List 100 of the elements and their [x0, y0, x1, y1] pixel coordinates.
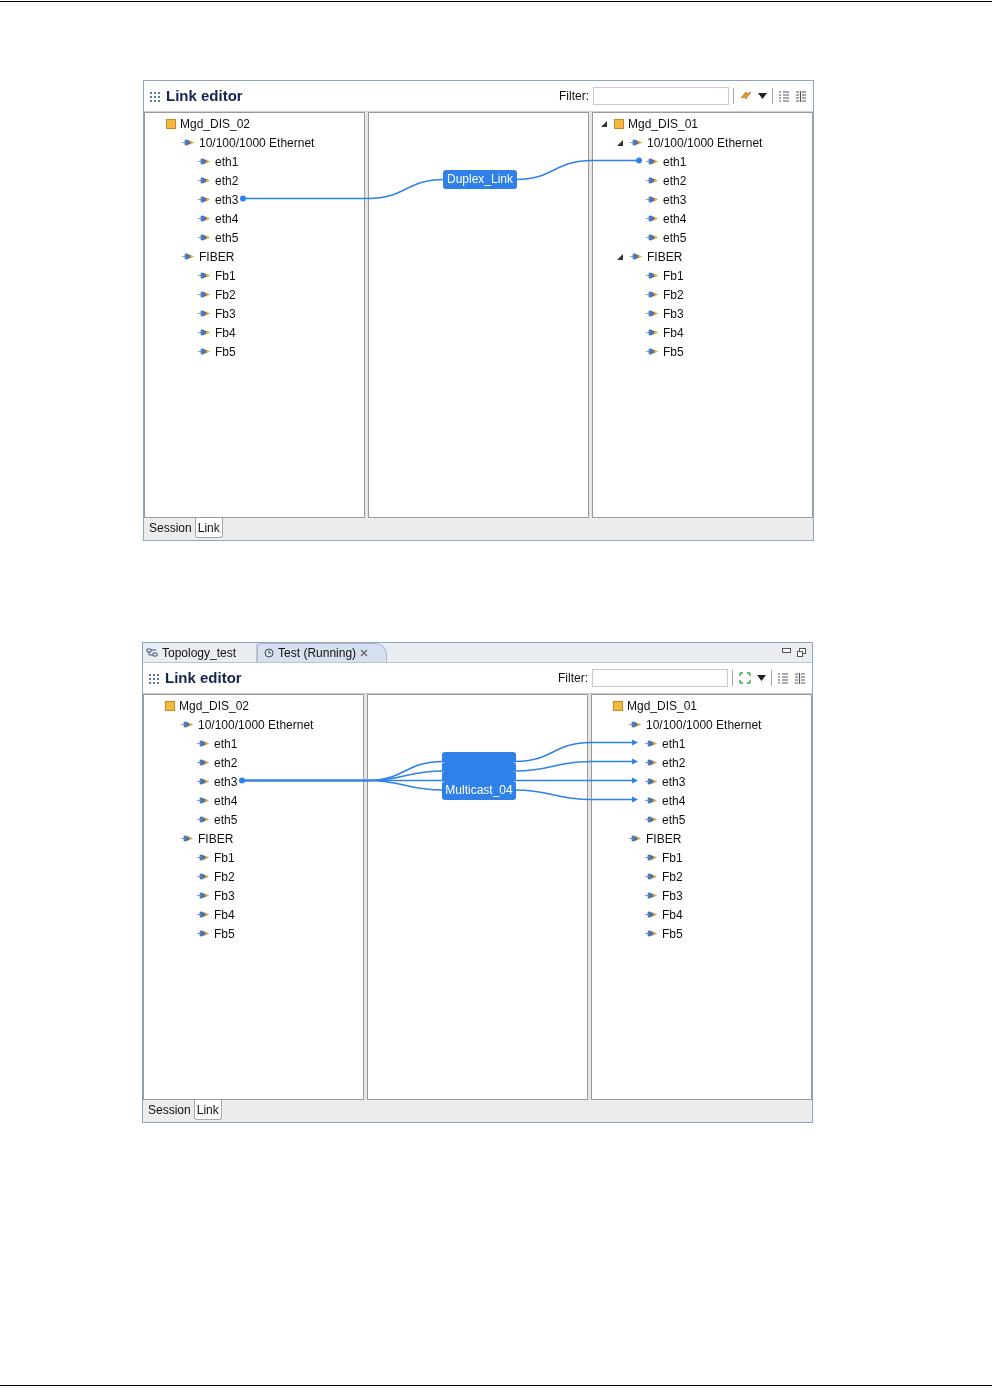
list-icon[interactable]: [777, 672, 789, 684]
tree-item[interactable]: eth2: [662, 756, 686, 769]
close-icon[interactable]: [360, 649, 369, 657]
grid-list-icon[interactable]: [795, 90, 807, 102]
plug-icon: [645, 872, 658, 881]
plug-icon: [197, 910, 210, 919]
tree-item[interactable]: Fb4: [215, 326, 236, 339]
tree-item[interactable]: Fb3: [214, 889, 235, 902]
filter-field[interactable]: [593, 87, 729, 105]
tree-item[interactable]: eth1: [662, 737, 686, 750]
tree-item[interactable]: Fb3: [662, 889, 683, 902]
tree-item[interactable]: Fb2: [662, 870, 683, 883]
tree-item[interactable]: eth3: [215, 193, 239, 206]
plug-icon: [645, 929, 658, 938]
dropdown-arrow-icon[interactable]: [757, 675, 766, 681]
plug-icon: [182, 252, 195, 261]
tree-item[interactable]: Fb1: [215, 269, 236, 282]
tree-item[interactable]: FIBER: [199, 250, 235, 263]
plug-icon: [197, 853, 210, 862]
tree-item[interactable]: Fb1: [214, 851, 235, 864]
filter-label: Filter:: [559, 88, 589, 105]
plug-icon: [646, 309, 659, 318]
tree-item[interactable]: Fb5: [215, 345, 236, 358]
topology-icon: [146, 647, 158, 658]
tree-item[interactable]: Fb5: [663, 345, 684, 358]
plug-icon: [181, 720, 194, 729]
tree-item[interactable]: eth5: [663, 231, 687, 244]
tree-item[interactable]: eth1: [215, 155, 239, 168]
tree-item[interactable]: 10/100/1000 Ethernet: [646, 718, 762, 731]
plug-icon: [198, 290, 211, 299]
tree-item[interactable]: Fb5: [662, 927, 683, 940]
tree-item[interactable]: eth2: [663, 174, 687, 187]
tree-item[interactable]: Fb4: [663, 326, 684, 339]
tree-item[interactable]: Fb3: [215, 307, 236, 320]
tree-item[interactable]: FIBER: [198, 832, 234, 845]
list-icon[interactable]: [778, 90, 790, 102]
tree-item[interactable]: eth5: [662, 813, 686, 826]
bottom-tab[interactable]: Link: [194, 518, 223, 538]
collapse-arrow-icon[interactable]: [617, 253, 623, 260]
link-label[interactable]: Duplex_Link: [443, 170, 517, 189]
tree-item[interactable]: Fb1: [662, 851, 683, 864]
tree-item[interactable]: eth5: [214, 813, 238, 826]
plug-icon: [645, 910, 658, 919]
tree-item[interactable]: eth3: [663, 193, 687, 206]
plug-icon: [197, 891, 210, 900]
tree-item[interactable]: eth2: [214, 756, 238, 769]
bottom-tab[interactable]: Link: [193, 1100, 222, 1120]
bottom-tab[interactable]: Session: [145, 1100, 194, 1120]
tree-item[interactable]: Fb2: [215, 288, 236, 301]
tree-item[interactable]: Fb3: [663, 307, 684, 320]
editor-tab[interactable]: Test (Running): [257, 643, 388, 662]
plug-icon: [197, 796, 210, 805]
tree-item[interactable]: eth4: [214, 794, 238, 807]
tree-item[interactable]: Mgd_DIS_01: [628, 117, 699, 130]
plug-icon: [198, 214, 211, 223]
tree-item[interactable]: 10/100/1000 Ethernet: [198, 718, 314, 731]
tree-item[interactable]: Fb1: [663, 269, 684, 282]
bottom-tab[interactable]: Session: [146, 518, 195, 538]
maximize-icon[interactable]: [797, 648, 806, 657]
dropdown-arrow-icon[interactable]: [758, 93, 767, 99]
plug-icon: [197, 777, 210, 786]
plug-icon: [198, 347, 211, 356]
plug-icon: [645, 758, 658, 767]
device-icon: [166, 118, 176, 129]
tree-item[interactable]: 10/100/1000 Ethernet: [199, 136, 315, 149]
plug-icon: [197, 872, 210, 881]
filter-field[interactable]: [592, 669, 728, 687]
tree-item[interactable]: FIBER: [646, 832, 682, 845]
tree-item[interactable]: eth3: [214, 775, 238, 788]
plug-icon: [197, 739, 210, 748]
tree-item[interactable]: eth4: [663, 212, 687, 225]
collapse-arrow-icon[interactable]: [617, 139, 623, 146]
tree-item[interactable]: eth1: [214, 737, 238, 750]
tree-item[interactable]: Fb2: [663, 288, 684, 301]
tree-item[interactable]: Mgd_DIS_02: [180, 117, 251, 130]
plug-icon: [646, 290, 659, 299]
tree-item[interactable]: 10/100/1000 Ethernet: [647, 136, 763, 149]
collapse-arrow-icon[interactable]: [601, 120, 607, 127]
tree-item[interactable]: Fb2: [214, 870, 235, 883]
tree-item[interactable]: eth3: [662, 775, 686, 788]
tree-item[interactable]: Mgd_DIS_02: [179, 699, 250, 712]
tree-item[interactable]: eth2: [215, 174, 239, 187]
tree-item[interactable]: Fb4: [662, 908, 683, 921]
plug-icon: [646, 157, 659, 166]
minimize-icon[interactable]: [782, 648, 791, 654]
device-icon: [613, 700, 623, 711]
tree-item[interactable]: eth4: [215, 212, 239, 225]
tree-item[interactable]: FIBER: [647, 250, 683, 263]
tree-item[interactable]: eth4: [662, 794, 686, 807]
plug-icon: [197, 815, 210, 824]
plug-icon: [646, 271, 659, 280]
tree-item[interactable]: Fb4: [214, 908, 235, 921]
tree-item[interactable]: Mgd_DIS_01: [627, 699, 698, 712]
tree-item[interactable]: Fb5: [214, 927, 235, 940]
tree-item[interactable]: eth5: [215, 231, 239, 244]
expand-icon[interactable]: [738, 671, 752, 685]
plug-icon: [646, 328, 659, 337]
device-icon: [614, 118, 624, 129]
grid-list-icon[interactable]: [794, 672, 806, 684]
tree-item[interactable]: eth1: [663, 155, 687, 168]
